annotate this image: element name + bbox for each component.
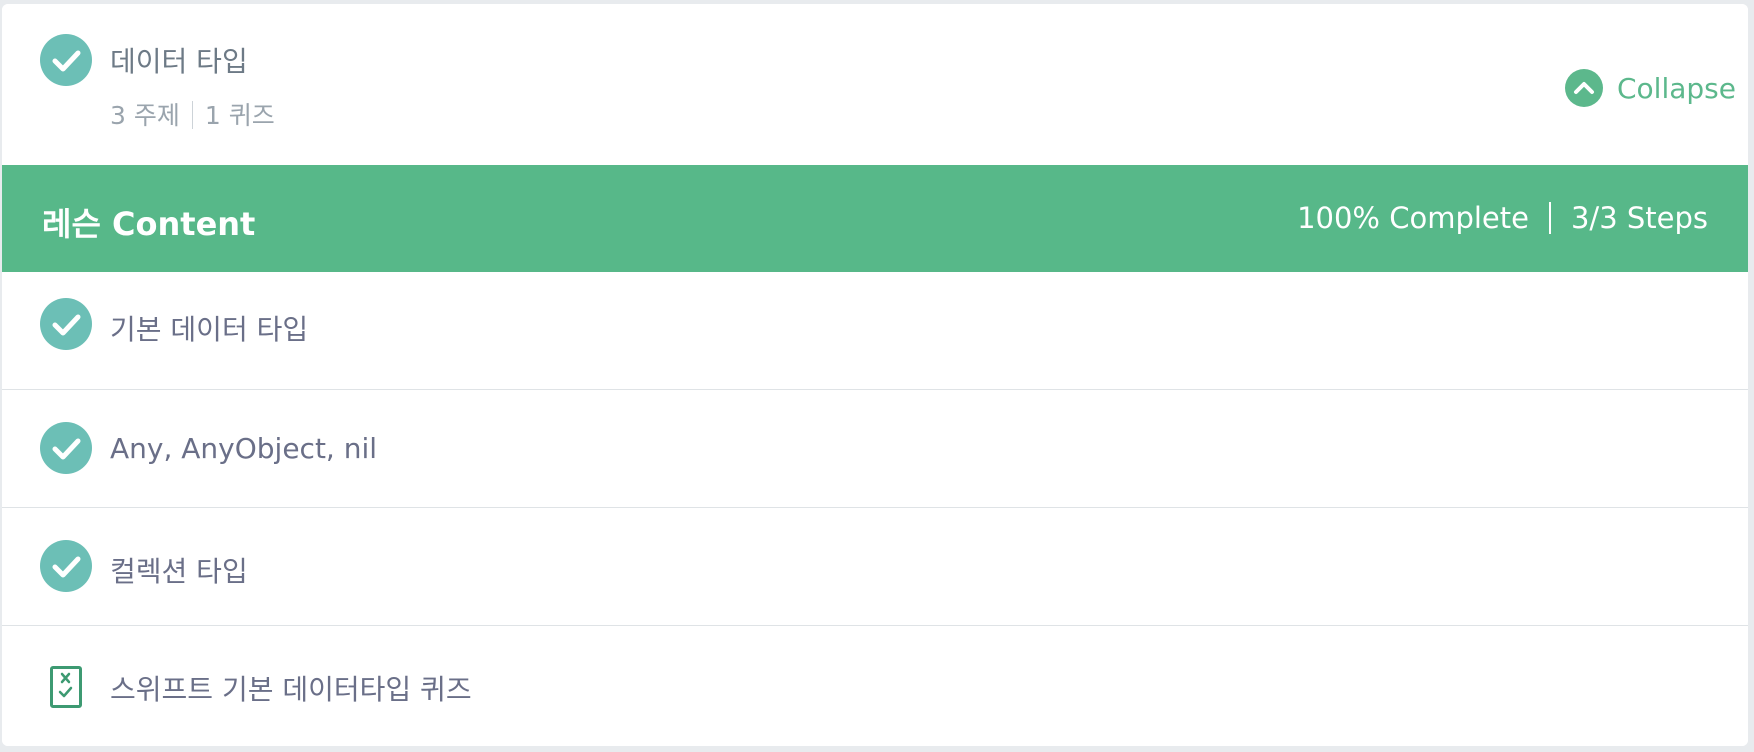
quiz-item[interactable]: 스위프트 기본 데이터타입 퀴즈 [2, 625, 1748, 746]
quiz-icon [50, 666, 82, 708]
status-divider [1548, 202, 1551, 234]
topic-header[interactable]: 데이터 타입 3 주제 1 퀴즈 Collapse [2, 4, 1748, 165]
check-circle-icon [40, 540, 92, 592]
check-circle-icon [40, 34, 92, 86]
lesson-content-title: 레슨 Content [42, 205, 256, 243]
lesson-item-label[interactable]: 컬렉션 타입 [110, 550, 248, 590]
collapse-button[interactable]: Collapse [1565, 68, 1736, 108]
quiz-count: 1 퀴즈 [204, 101, 275, 130]
course-topic-card: 데이터 타입 3 주제 1 퀴즈 Collapse 레슨 Content 100%… [2, 4, 1748, 746]
percent-complete: 100% Complete [1297, 201, 1529, 235]
topic-meta: 3 주제 1 퀴즈 [110, 96, 275, 132]
lesson-progress-status: 100% Complete 3/3 Steps [1297, 201, 1708, 235]
topic-title[interactable]: 데이터 타입 [110, 40, 248, 80]
lesson-item[interactable]: Any, AnyObject, nil [2, 389, 1748, 507]
topics-count: 3 주제 [110, 101, 180, 130]
check-circle-icon [40, 422, 92, 474]
lesson-item[interactable]: 컬렉션 타입 [2, 507, 1748, 625]
chevron-up-icon [1565, 69, 1603, 107]
lesson-item-label[interactable]: Any, AnyObject, nil [110, 432, 377, 465]
lesson-item[interactable]: 기본 데이터 타입 [2, 272, 1748, 377]
quiz-item-label[interactable]: 스위프트 기본 데이터타입 퀴즈 [110, 668, 472, 708]
lesson-content-bar: 레슨 Content 100% Complete 3/3 Steps [2, 165, 1748, 272]
check-circle-icon [40, 298, 92, 350]
meta-divider [191, 101, 193, 129]
collapse-label: Collapse [1617, 71, 1736, 105]
steps-count: 3/3 Steps [1570, 201, 1708, 235]
lesson-item-label[interactable]: 기본 데이터 타입 [110, 308, 308, 348]
